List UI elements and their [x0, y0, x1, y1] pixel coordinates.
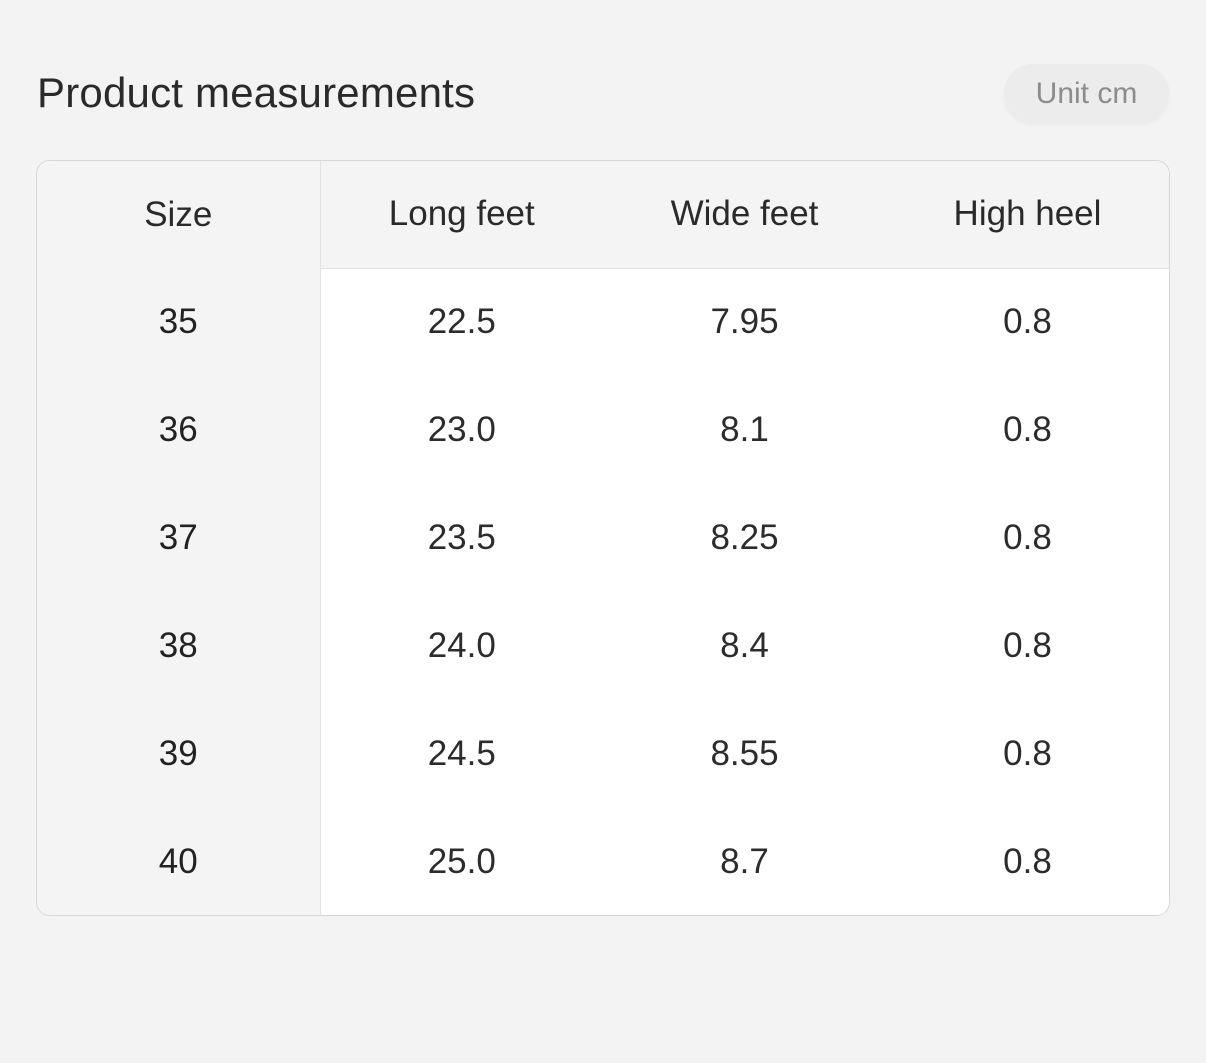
- measurements-table-card: Size Long feet Wide feet High heel 35 22…: [36, 160, 1170, 916]
- wide-feet-cell: 8.7: [603, 808, 886, 915]
- wide-feet-cell: 7.95: [603, 268, 886, 376]
- size-cell: 38: [37, 592, 321, 700]
- long-feet-cell: 24.5: [320, 700, 603, 808]
- table-row: 37 23.5 8.25 0.8: [37, 484, 1169, 592]
- table-row: 36 23.0 8.1 0.8: [37, 376, 1169, 484]
- table-body: 35 22.5 7.95 0.8 36 23.0 8.1 0.8 37 23.5…: [37, 268, 1169, 915]
- column-header-long-feet: Long feet: [320, 161, 603, 269]
- measurements-table: Size Long feet Wide feet High heel 35 22…: [37, 161, 1169, 915]
- column-header-wide-feet: Wide feet: [603, 161, 886, 269]
- long-feet-cell: 22.5: [320, 268, 603, 376]
- high-heel-cell: 0.8: [886, 592, 1169, 700]
- high-heel-cell: 0.8: [886, 808, 1169, 915]
- size-cell: 36: [37, 376, 321, 484]
- wide-feet-cell: 8.1: [603, 376, 886, 484]
- page-title: Product measurements: [37, 69, 476, 116]
- table-row: 35 22.5 7.95 0.8: [37, 268, 1169, 376]
- high-heel-cell: 0.8: [886, 484, 1169, 592]
- wide-feet-cell: 8.25: [603, 484, 886, 592]
- size-cell: 39: [37, 700, 321, 808]
- table-header: Size Long feet Wide feet High heel: [37, 161, 1169, 269]
- size-cell: 40: [37, 808, 321, 915]
- high-heel-cell: 0.8: [886, 376, 1169, 484]
- header-row: Size Long feet Wide feet High heel: [37, 161, 1169, 269]
- column-header-high-heel: High heel: [886, 161, 1169, 269]
- wide-feet-cell: 8.55: [603, 700, 886, 808]
- high-heel-cell: 0.8: [886, 268, 1169, 376]
- column-header-size: Size: [37, 161, 321, 268]
- wide-feet-cell: 8.4: [603, 592, 886, 700]
- long-feet-cell: 24.0: [320, 592, 603, 700]
- long-feet-cell: 25.0: [320, 808, 603, 915]
- table-row: 38 24.0 8.4 0.8: [37, 592, 1169, 700]
- high-heel-cell: 0.8: [886, 700, 1169, 808]
- table-row: 39 24.5 8.55 0.8: [37, 700, 1169, 808]
- long-feet-cell: 23.0: [320, 376, 603, 484]
- unit-badge: Unit cm: [1004, 64, 1169, 123]
- size-cell: 37: [37, 484, 321, 592]
- size-cell: 35: [37, 268, 321, 376]
- long-feet-cell: 23.5: [320, 484, 603, 592]
- table-row: 40 25.0 8.7 0.8: [37, 808, 1169, 915]
